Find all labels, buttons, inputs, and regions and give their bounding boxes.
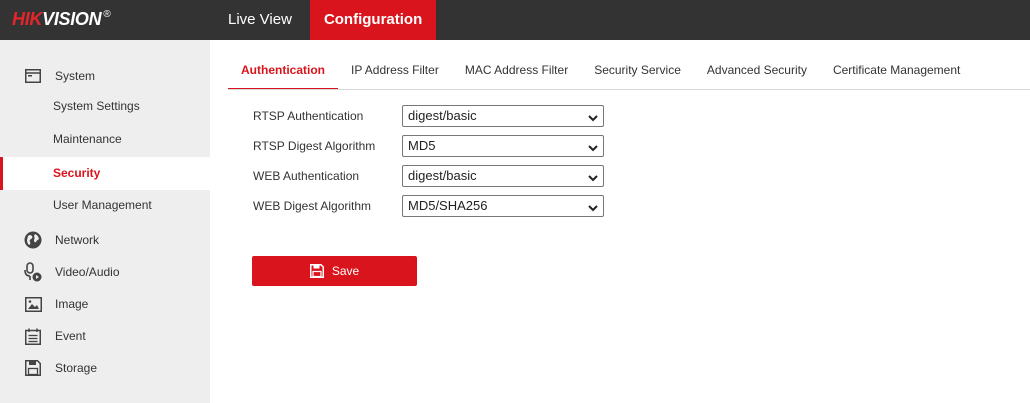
chevron-down-icon [587, 140, 599, 152]
sidebar-item-user-management[interactable]: User Management [0, 189, 210, 222]
sidebar-item-storage[interactable]: Storage [0, 352, 210, 384]
web-digest-algorithm-row: WEB Digest Algorithm MD5/SHA256 [253, 195, 604, 217]
tab-ip-address-filter[interactable]: IP Address Filter [338, 56, 452, 90]
rtsp-authentication-value: digest/basic [408, 108, 477, 123]
web-authentication-label: WEB Authentication [253, 169, 360, 183]
logo-registered-mark: ® [103, 9, 111, 20]
rtsp-authentication-row: RTSP Authentication digest/basic [253, 105, 604, 127]
sidebar-item-label: System [55, 69, 96, 83]
sidebar-item-label: Network [55, 233, 100, 247]
rtsp-authentication-label: RTSP Authentication [253, 109, 364, 123]
globe-icon [24, 231, 42, 249]
image-icon [24, 295, 42, 313]
security-tabs: Authentication IP Address Filter MAC Add… [228, 56, 973, 90]
tab-mac-address-filter[interactable]: MAC Address Filter [452, 56, 581, 90]
sidebar-item-label: Storage [55, 361, 98, 375]
rtsp-authentication-select[interactable]: digest/basic [402, 105, 604, 127]
logo-white-text: VISION [42, 9, 102, 29]
tabs-divider [228, 89, 1030, 90]
rtsp-digest-algorithm-select[interactable]: MD5 [402, 135, 604, 157]
save-button[interactable]: Save [252, 256, 417, 286]
web-authentication-value: digest/basic [408, 168, 477, 183]
sidebar-item-label: Event [55, 329, 86, 343]
tab-authentication[interactable]: Authentication [228, 56, 338, 90]
sidebar-item-security[interactable]: Security [0, 157, 210, 190]
chevron-down-icon [587, 110, 599, 122]
sidebar: System System Settings Maintenance Secur… [0, 40, 210, 403]
floppy-disk-icon [24, 359, 42, 377]
rtsp-digest-algorithm-value: MD5 [408, 138, 436, 153]
top-bar: HIKVISION ® Live View Configuration [0, 0, 1030, 40]
sidebar-item-label: Video/Audio [55, 265, 120, 279]
sidebar-item-system-settings[interactable]: System Settings [0, 90, 210, 123]
top-navigation: Live View Configuration [210, 0, 437, 40]
sidebar-item-image[interactable]: Image [0, 288, 210, 320]
sidebar-item-event[interactable]: Event [0, 320, 210, 352]
web-authentication-row: WEB Authentication digest/basic [253, 165, 604, 187]
web-digest-algorithm-select[interactable]: MD5/SHA256 [402, 195, 604, 217]
tab-configuration[interactable]: Configuration [309, 0, 437, 40]
chevron-down-icon [587, 200, 599, 212]
calendar-icon [24, 327, 42, 345]
tab-security-service[interactable]: Security Service [581, 56, 694, 90]
save-icon [309, 264, 324, 278]
sidebar-item-network[interactable]: Network [0, 224, 210, 256]
web-digest-algorithm-value: MD5/SHA256 [408, 198, 488, 213]
tab-certificate-management[interactable]: Certificate Management [820, 56, 973, 90]
monitor-icon [24, 67, 42, 85]
sidebar-item-video-audio[interactable]: Video/Audio [0, 256, 210, 288]
save-button-label: Save [331, 264, 360, 278]
chevron-down-icon [587, 170, 599, 182]
tab-live-view[interactable]: Live View [210, 0, 310, 40]
microphone-icon [24, 262, 42, 282]
web-digest-algorithm-label: WEB Digest Algorithm [253, 199, 372, 213]
hikvision-logo: HIKVISION ® [12, 9, 111, 30]
sidebar-item-system[interactable]: System [0, 60, 210, 92]
logo-red-text: HIK [12, 9, 43, 29]
sidebar-item-label: Image [55, 297, 89, 311]
tab-advanced-security[interactable]: Advanced Security [694, 56, 820, 90]
rtsp-digest-algorithm-label: RTSP Digest Algorithm [253, 139, 376, 153]
web-authentication-select[interactable]: digest/basic [402, 165, 604, 187]
sidebar-item-maintenance[interactable]: Maintenance [0, 123, 210, 156]
rtsp-digest-algorithm-row: RTSP Digest Algorithm MD5 [253, 135, 604, 157]
